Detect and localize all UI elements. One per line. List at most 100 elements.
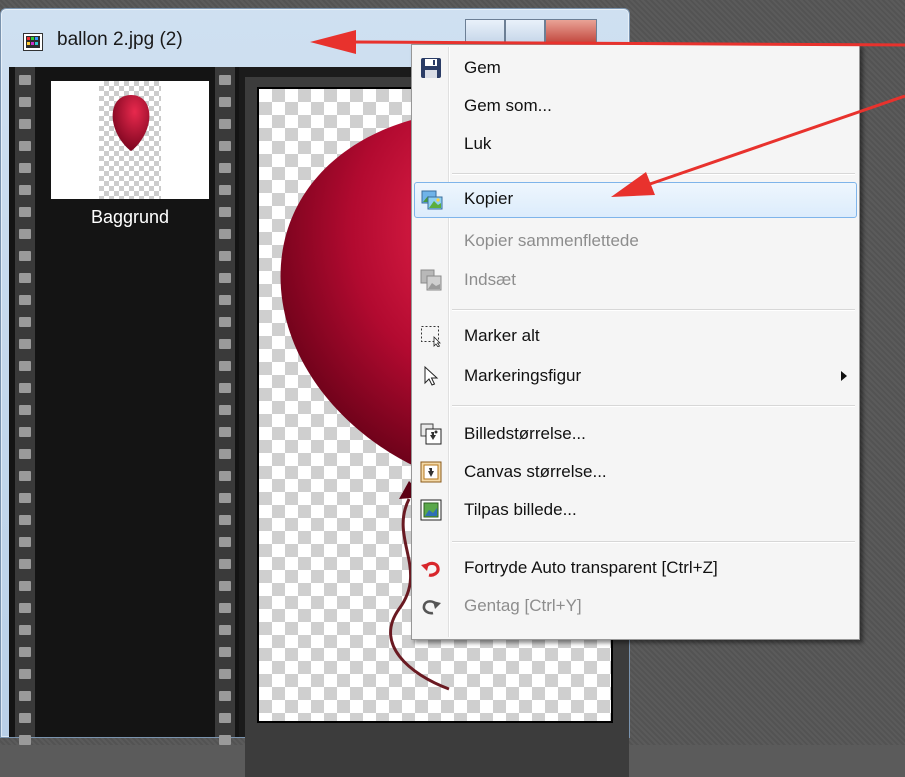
menu-item-gem-som[interactable]: Gem som... <box>414 89 857 125</box>
film-perforation <box>19 515 31 525</box>
film-perforation <box>219 119 231 129</box>
film-perforation <box>219 251 231 261</box>
close-button[interactable] <box>545 19 597 45</box>
undo-icon <box>421 561 440 577</box>
film-perforation <box>219 295 231 305</box>
film-perforation <box>219 317 231 327</box>
film-perforation <box>219 559 231 569</box>
film-perforation <box>219 691 231 701</box>
cursor-arrow-icon <box>424 365 439 386</box>
film-perforation <box>19 97 31 107</box>
menu-item-label: Tilpas billede... <box>464 500 577 519</box>
film-perforation <box>19 581 31 591</box>
menu-item-markeringsfigur[interactable]: Markeringsfigur <box>414 359 857 395</box>
menu-item-marker-alt[interactable]: Marker alt <box>414 319 857 355</box>
film-perforation <box>219 735 231 745</box>
menu-item-label: Kopier sammenflettede <box>464 231 639 250</box>
submenu-arrow-icon <box>841 371 847 381</box>
film-perforation <box>219 383 231 393</box>
film-perforation <box>19 427 31 437</box>
film-perforation <box>19 691 31 701</box>
film-perforation <box>219 537 231 547</box>
menu-item-billedstorrelse[interactable]: Billedstørrelse... <box>414 417 857 453</box>
film-perforation <box>19 317 31 327</box>
menu-item-label: Marker alt <box>464 326 540 345</box>
film-perforation <box>19 493 31 503</box>
layers-panel: Baggrund <box>9 67 239 745</box>
layer-thumbnail[interactable] <box>51 81 209 199</box>
film-perforation <box>219 405 231 415</box>
film-perforation <box>219 207 231 217</box>
film-perforation <box>19 405 31 415</box>
film-perforation <box>19 251 31 261</box>
menu-item-label: Billedstørrelse... <box>464 424 586 443</box>
copy-image-icon <box>421 190 443 210</box>
menu-item-label: Markeringsfigur <box>464 366 582 385</box>
menu-item-label: Luk <box>464 134 492 153</box>
film-perforation <box>219 273 231 283</box>
film-perforation <box>19 603 31 613</box>
menu-item-gentag[interactable]: Gentag [Ctrl+Y] <box>414 589 857 625</box>
context-menu: Gem Gem som... Luk Kopier Kopier sammenf… <box>411 44 860 640</box>
menu-item-indsaet[interactable]: Indsæt <box>414 263 857 299</box>
image-size-icon <box>420 423 442 445</box>
minimize-button[interactable] <box>465 19 505 45</box>
film-perforation <box>219 427 231 437</box>
menu-item-kopier[interactable]: Kopier <box>414 182 857 218</box>
film-perforation <box>19 119 31 129</box>
canvas-size-icon <box>420 461 442 483</box>
maximize-button[interactable] <box>505 19 545 45</box>
film-perforation <box>19 647 31 657</box>
menu-item-label: Gentag [Ctrl+Y] <box>464 596 582 615</box>
menu-item-label: Gem som... <box>464 96 552 115</box>
menu-item-label: Indsæt <box>464 270 516 289</box>
menu-item-luk[interactable]: Luk <box>414 127 857 163</box>
menu-item-fortryde[interactable]: Fortryde Auto transparent [Ctrl+Z] <box>414 551 857 587</box>
menu-separator <box>452 405 855 407</box>
film-perforation <box>19 229 31 239</box>
film-perforation <box>19 735 31 745</box>
menu-item-label: Kopier <box>464 189 514 208</box>
film-perforation <box>19 669 31 679</box>
select-all-icon <box>421 326 441 347</box>
film-perforation <box>19 449 31 459</box>
film-perforation <box>219 647 231 657</box>
film-perforation <box>219 713 231 723</box>
menu-item-canvas-storrelse[interactable]: Canvas størrelse... <box>414 455 857 491</box>
window-title: ballon 2.jpg (2) <box>57 29 183 50</box>
film-perforation <box>19 141 31 151</box>
film-perforation <box>219 185 231 195</box>
film-perforation <box>19 273 31 283</box>
film-perforation <box>219 625 231 635</box>
film-perforation <box>19 713 31 723</box>
film-perforation <box>219 471 231 481</box>
film-perforation <box>19 339 31 349</box>
redo-icon <box>422 600 441 615</box>
film-perforation <box>219 229 231 239</box>
menu-item-label: Canvas størrelse... <box>464 462 607 481</box>
film-strip-right <box>215 67 235 745</box>
film-perforation <box>219 603 231 613</box>
film-perforation <box>219 581 231 591</box>
menu-separator <box>452 173 855 175</box>
menu-item-tilpas-billede[interactable]: Tilpas billede... <box>414 493 857 529</box>
layer-label[interactable]: Baggrund <box>51 207 209 228</box>
image-file-icon <box>23 33 43 51</box>
film-perforation <box>19 625 31 635</box>
menu-item-kopier-sammenflettede[interactable]: Kopier sammenflettede <box>414 224 857 260</box>
film-perforation <box>19 383 31 393</box>
menu-item-label: Fortryde Auto transparent [Ctrl+Z] <box>464 558 718 577</box>
menu-separator <box>452 309 855 311</box>
menu-separator <box>452 541 855 543</box>
film-perforation <box>219 361 231 371</box>
fit-image-icon <box>420 499 442 521</box>
film-perforation <box>19 471 31 481</box>
film-perforation <box>219 493 231 503</box>
film-strip-left <box>15 67 35 745</box>
film-perforation <box>219 669 231 679</box>
film-perforation <box>219 141 231 151</box>
film-perforation <box>219 515 231 525</box>
menu-item-gem[interactable]: Gem <box>414 51 857 87</box>
floppy-disk-icon <box>421 58 441 78</box>
film-perforation <box>219 449 231 459</box>
